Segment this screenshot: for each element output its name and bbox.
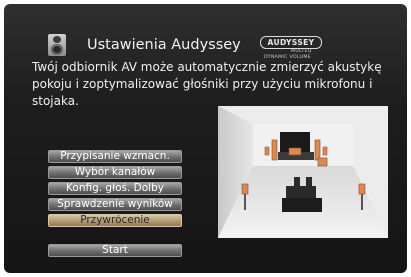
header: Ustawienia Audyssey (48, 32, 241, 58)
start-button[interactable]: Start (48, 244, 182, 257)
sofa-icon (282, 198, 322, 212)
menu-item-channel-select[interactable]: Wybór kanałów (48, 166, 182, 179)
description-line: Twój odbiornik AV może automatycznie zmi… (32, 60, 382, 74)
description-text: Twój odbiornik AV może automatycznie zmi… (32, 59, 392, 110)
page-title: Ustawienia Audyssey (87, 37, 241, 53)
front-right-speaker-icon (314, 139, 321, 161)
height-left-speaker-icon (264, 146, 270, 156)
surround-left-stand (244, 194, 246, 210)
menu-item-restore[interactable]: Przywrócenie (48, 214, 182, 227)
room-illustration (218, 106, 388, 238)
menu-item-amp-assign[interactable]: Przypisanie wzmacn. (48, 150, 182, 163)
speaker-icon (48, 34, 66, 56)
surround-right-stand (361, 194, 363, 210)
height-right-speaker-icon (322, 146, 328, 156)
back-left-speaker-icon (294, 177, 300, 186)
front-left-speaker-icon (271, 139, 278, 161)
description-line: pokoju i zoptymalizować głośniki przy uż… (32, 77, 373, 91)
menu-item-dolby-speaker-setup[interactable]: Konfig. głoś. Dolby (48, 182, 182, 195)
back-right-speaker-icon (306, 177, 312, 186)
surround-right-speaker-icon (358, 183, 366, 195)
logo-brand: AUDYSSEY (260, 36, 322, 49)
menu-item-check-results[interactable]: Sprawdzenie wyników (48, 198, 182, 211)
surround-left-speaker-icon (241, 183, 249, 195)
setup-screen: Ustawienia Audyssey AUDYSSEY MULTEQ DYNA… (4, 4, 407, 273)
logo-multeq: MULTEQ (291, 49, 312, 54)
center-speaker-icon (288, 147, 302, 156)
subwoofer-icon (317, 157, 328, 167)
